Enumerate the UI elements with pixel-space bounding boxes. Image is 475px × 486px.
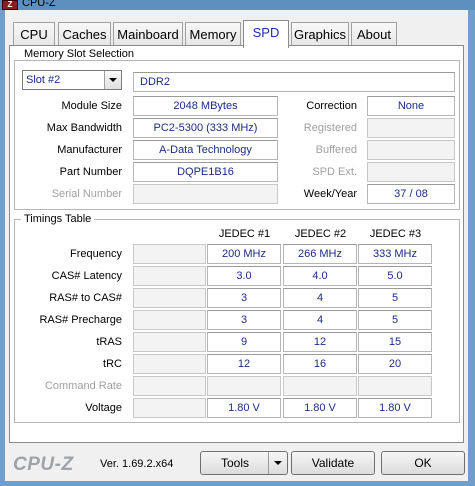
registered-field [367,118,455,138]
timing-blank-cell [133,332,206,352]
registered-label: Registered [303,122,357,134]
jedec-2-header: JEDEC #2 [294,228,347,240]
window-title: CPU-Z [22,0,56,9]
week-year-label: Week/Year [303,188,357,200]
cpuz-app-icon: Z [2,0,18,10]
timing-voltage-jedec-3: 1.80 V [358,398,432,418]
timing-voltage-jedec-1: 1.80 V [207,398,281,418]
title-bar [0,0,475,10]
timing-blank-cell [133,354,206,374]
timing-command-rate-jedec-3 [358,376,432,396]
tab-about[interactable]: About [351,22,397,46]
timing-trc-jedec-3: 20 [358,354,432,374]
tools-button-label: Tools [220,456,249,470]
week-year-field: 37 / 08 [367,184,455,204]
timing-command-rate-jedec-2 [283,376,357,396]
serial-number-label: Serial Number [51,188,122,200]
max-bandwidth-label: Max Bandwidth [46,122,122,134]
tab-mainboard[interactable]: Mainboard [113,22,183,46]
timing-ras-precharge-jedec-3: 5 [358,310,432,330]
memory-slot-legend: Memory Slot Selection [21,48,138,60]
timing-frequency-jedec-3: 333 MHz [358,244,432,264]
timing-label-ras-precharge: RAS# Precharge [39,314,122,326]
timing-label-ras-to-cas: RAS# to CAS# [49,292,122,304]
ok-button[interactable]: OK [381,451,465,475]
timing-tras-jedec-3: 15 [358,332,432,352]
chevron-down-icon [109,78,117,82]
module-size-field: 2048 MBytes [133,96,278,116]
timing-blank-cell [133,376,206,396]
max-bandwidth-field: PC2-5300 (333 MHz) [133,118,278,138]
timing-label-trc: tRC [103,358,122,370]
cpuz-logo: CPU-Z [13,454,74,475]
timing-blank-cell [133,266,206,286]
slot-select[interactable]: Slot #2 [22,70,122,90]
tab-spd[interactable]: SPD [243,20,289,48]
timing-command-rate-jedec-1 [207,376,281,396]
timing-ras-to-cas-jedec-2: 4 [283,288,357,308]
module-size-label: Module Size [61,100,122,112]
timing-trc-jedec-1: 12 [207,354,281,374]
jedec-3-header: JEDEC #3 [369,228,422,240]
timing-tras-jedec-1: 9 [207,332,281,352]
timing-ras-to-cas-jedec-1: 3 [207,288,281,308]
serial-number-field [133,184,278,204]
part-number-label: Part Number [59,166,122,178]
tools-button[interactable]: Tools [200,451,288,475]
timing-voltage-jedec-2: 1.80 V [283,398,357,418]
timing-blank-cell [133,398,206,418]
timing-blank-cell [133,310,206,330]
timing-label-command-rate: Command Rate [44,380,122,392]
correction-field: None [367,96,455,116]
timing-ras-to-cas-jedec-3: 5 [358,288,432,308]
chevron-down-icon [274,461,282,465]
tools-dropdown-button[interactable] [268,452,287,474]
slot-select-value: Slot #2 [26,74,61,86]
timing-tras-jedec-2: 12 [283,332,357,352]
manufacturer-field: A-Data Technology [133,140,278,160]
tab-caches[interactable]: Caches [58,22,111,46]
window-border-bottom [0,481,475,486]
timing-frequency-jedec-1: 200 MHz [207,244,281,264]
timing-label-frequency: Frequency [70,248,122,260]
tab-memory[interactable]: Memory [185,22,241,46]
jedec-1-header: JEDEC #1 [218,228,271,240]
buffered-field [367,140,455,160]
timing-cas-latency-jedec-3: 5.0 [358,266,432,286]
version-text: Ver. 1.69.2.x64 [100,458,174,470]
timing-blank-cell [133,288,206,308]
slot-select-dropdown-button[interactable] [104,71,121,89]
timings-legend: Timings Table [21,213,95,225]
spd-ext-field [367,162,455,182]
timing-trc-jedec-2: 16 [283,354,357,374]
window-border-right [468,10,475,486]
timing-cas-latency-jedec-1: 3.0 [207,266,281,286]
spd-ext-label: SPD Ext. [312,166,357,178]
timing-ras-precharge-jedec-2: 4 [283,310,357,330]
timing-label-voltage: Voltage [85,402,122,414]
validate-button[interactable]: Validate [291,451,375,475]
timing-blank-cell [133,244,206,264]
tab-graphics[interactable]: Graphics [291,22,349,46]
timing-label-tras: tRAS [96,336,122,348]
timing-ras-precharge-jedec-1: 3 [207,310,281,330]
manufacturer-label: Manufacturer [57,144,122,156]
buffered-label: Buffered [315,144,357,156]
tab-cpu[interactable]: CPU [13,22,55,46]
memory-type-field: DDR2 [133,72,455,92]
part-number-field: DQPE1B16 [133,162,278,182]
timing-label-cas-latency: CAS# Latency [51,270,122,282]
timing-frequency-jedec-2: 266 MHz [283,244,357,264]
correction-label: Correction [306,100,357,112]
timing-cas-latency-jedec-2: 4.0 [283,266,357,286]
